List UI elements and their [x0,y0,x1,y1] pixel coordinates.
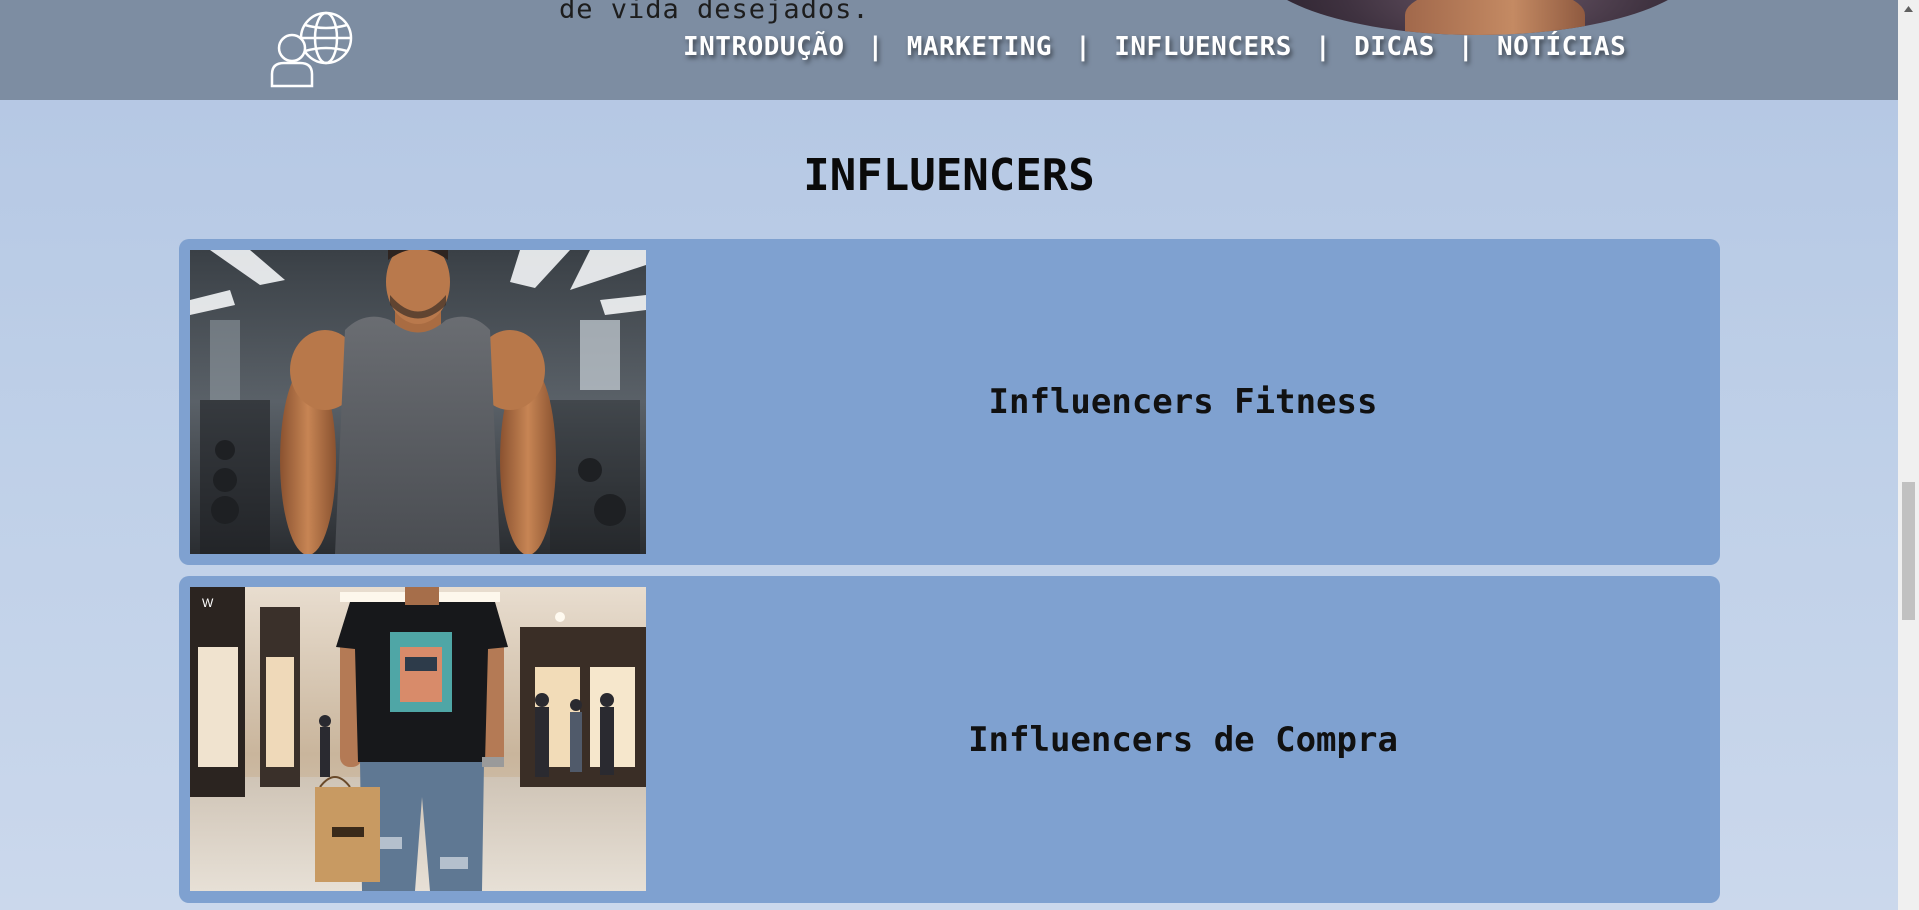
shopping-image: W [190,587,646,891]
card-influencers-fitness[interactable]: Influencers Fitness [179,239,1720,565]
section-title: INFLUENCERS [803,150,1095,201]
card-influencers-compra[interactable]: W Influencers de Compra [179,576,1720,903]
nav-link-introducao[interactable]: INTRODUÇÃO [683,32,845,62]
fitness-image [190,250,646,554]
card-title: Influencers de Compra [968,719,1398,760]
intro-text-fragment: de vida desejados. [559,0,870,25]
nav-link-marketing[interactable]: MARKETING [907,32,1052,62]
svg-text:W: W [202,596,214,610]
nav-link-dicas[interactable]: DICAS [1354,32,1435,62]
nav-separator: | [1314,32,1332,62]
card-title: Influencers Fitness [988,382,1378,422]
nav-separator: | [867,32,884,62]
nav-link-noticias[interactable]: NOTÍCIAS [1497,32,1626,62]
nav-separator: | [1075,32,1092,62]
nav-link-influencers[interactable]: INFLUENCERS [1114,32,1292,62]
scrollbar-thumb[interactable] [1902,482,1915,620]
page-scrollbar[interactable] [1898,0,1919,910]
hero-image [1255,0,1700,35]
site-header: de vida desejados. INTRODUÇÃO | MARKETIN… [0,0,1898,100]
user-globe-icon[interactable] [270,8,356,88]
main-nav: INTRODUÇÃO | MARKETING | INFLUENCERS | D… [683,32,1626,62]
hero-image-arm [1405,0,1585,35]
nav-separator: | [1457,32,1475,62]
scroll-up-arrow-icon[interactable] [1898,0,1919,17]
